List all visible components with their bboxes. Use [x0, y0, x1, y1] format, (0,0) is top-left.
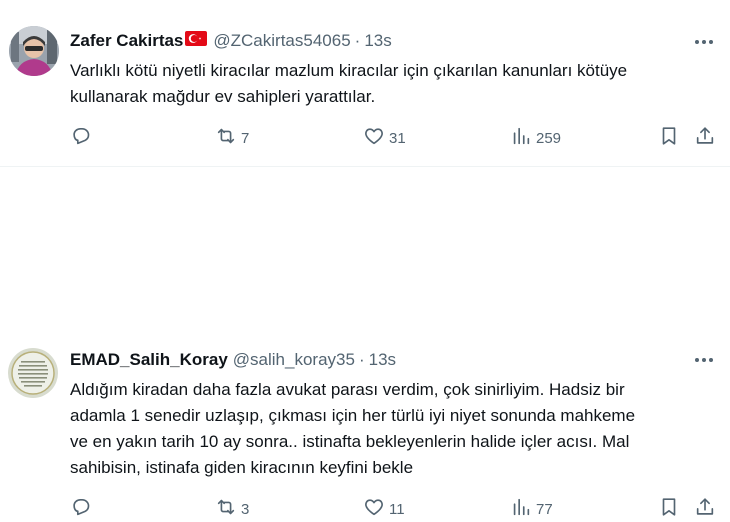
more-icon[interactable]	[692, 32, 716, 52]
timestamp[interactable]: 13s	[364, 31, 391, 51]
like-button[interactable]: 31	[363, 125, 406, 151]
share-button[interactable]	[694, 125, 716, 151]
timestamp[interactable]: 13s	[369, 350, 396, 370]
reply-button[interactable]	[70, 496, 96, 522]
views-button[interactable]: 77	[510, 496, 553, 522]
heart-icon	[363, 496, 385, 522]
tweet-text: Varlıklı kötü niyetli kiracılar mazlum k…	[70, 61, 628, 106]
bookmark-icon	[658, 496, 680, 522]
repost-button[interactable]: 7	[215, 125, 249, 151]
bookmark-icon	[658, 125, 680, 151]
like-count: 31	[389, 129, 406, 147]
repost-icon	[215, 496, 237, 522]
repost-button[interactable]: 3	[215, 496, 249, 522]
reply-icon	[70, 496, 92, 522]
turkey-flag-icon	[185, 31, 208, 51]
views-icon	[510, 496, 532, 522]
tweet-header: EMAD_Salih_Koray @salih_koray35 · 13s	[70, 349, 396, 371]
repost-count: 3	[241, 500, 250, 518]
like-button[interactable]: 11	[363, 496, 405, 522]
bookmark-button[interactable]	[658, 125, 680, 151]
repost-icon	[215, 125, 237, 151]
tweet-text: Aldığım kiradan daha fazla avukat parası…	[70, 380, 636, 477]
avatar[interactable]	[8, 348, 58, 398]
handle[interactable]: @ZCakirtas54065	[213, 31, 350, 51]
separator-dot: ·	[358, 350, 365, 369]
tweet-2[interactable]: EMAD_Salih_Koray @salih_koray35 · 13s Al…	[0, 166, 730, 518]
display-name[interactable]: Zafer Cakirtas	[70, 31, 183, 51]
views-icon	[510, 125, 532, 151]
tweet-actions: 3 11 77	[70, 496, 720, 522]
tweet-header: Zafer Cakirtas @ZCakirtas54065 · 13s	[70, 30, 392, 52]
avatar[interactable]	[9, 26, 59, 76]
separator-dot: ·	[354, 31, 361, 50]
reply-icon	[70, 125, 92, 151]
tweet-1[interactable]: Zafer Cakirtas @ZCakirtas54065 · 13s Var…	[0, 0, 730, 166]
share-icon	[694, 125, 716, 151]
share-icon	[694, 496, 716, 522]
repost-count: 7	[241, 129, 250, 147]
more-icon[interactable]	[692, 350, 716, 370]
views-count: 259	[536, 129, 562, 147]
like-count: 11	[389, 500, 405, 518]
views-count: 77	[536, 500, 553, 518]
heart-icon	[363, 125, 385, 151]
share-button[interactable]	[694, 496, 716, 522]
handle[interactable]: @salih_koray35	[233, 350, 355, 370]
display-name[interactable]: EMAD_Salih_Koray	[70, 350, 228, 370]
bookmark-button[interactable]	[658, 496, 680, 522]
tweet-actions: 7 31 259	[70, 125, 720, 151]
reply-button[interactable]	[70, 125, 96, 151]
views-button[interactable]: 259	[510, 125, 561, 151]
